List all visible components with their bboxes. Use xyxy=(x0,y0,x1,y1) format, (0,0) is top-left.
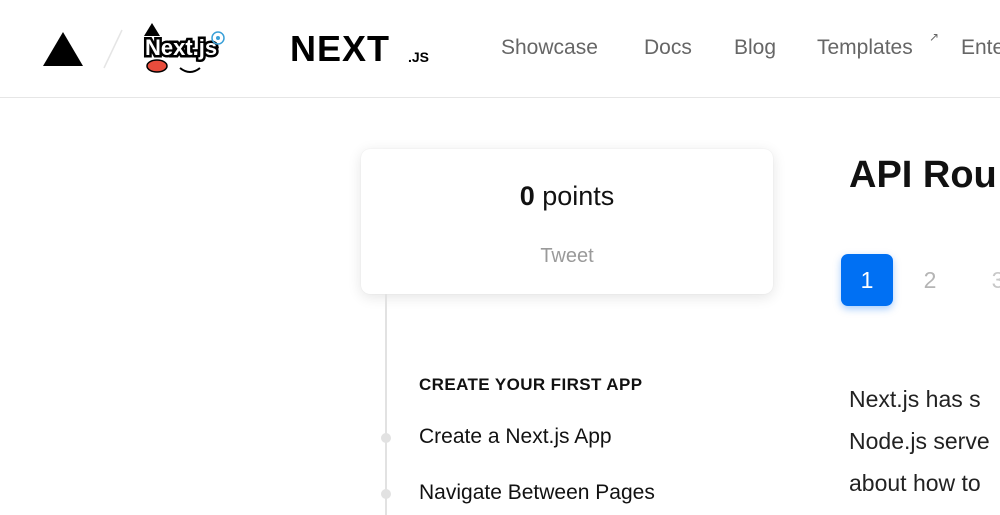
nextjs-wordmark-logo[interactable]: NEXT .JS xyxy=(290,30,440,70)
points-display: 0 points xyxy=(361,181,773,212)
timeline-dot xyxy=(381,433,391,443)
next-wordmark: NEXT xyxy=(290,30,390,69)
paragraph-line: Next.js has s xyxy=(849,386,981,412)
points-label: points xyxy=(542,181,615,211)
lesson-link-create-app[interactable]: Create a Next.js App xyxy=(419,425,612,449)
intro-paragraph: Next.js has s Node.js serve about how to xyxy=(849,378,990,504)
site-header: Next.js NEXT .JS Showcase Docs Blog Temp… xyxy=(0,0,1000,98)
vercel-logo-icon[interactable] xyxy=(43,32,83,66)
points-card: 0 points Tweet xyxy=(361,149,773,294)
timeline-dot xyxy=(381,489,391,499)
step-1-button[interactable]: 1 xyxy=(841,254,893,306)
external-link-icon: ↗ xyxy=(929,30,940,44)
page-title: API Rou xyxy=(849,154,997,196)
points-value: 0 xyxy=(519,181,535,211)
section-title: CREATE YOUR FIRST APP xyxy=(419,375,643,394)
lesson-link-navigate-pages[interactable]: Navigate Between Pages xyxy=(419,481,655,505)
nav-docs[interactable]: Docs xyxy=(644,36,692,60)
paragraph-line: Node.js serve xyxy=(849,428,990,454)
tweet-button[interactable]: Tweet xyxy=(361,245,773,268)
paragraph-line: about how to xyxy=(849,470,981,496)
nextjs-sticker-logo[interactable]: Next.js xyxy=(140,22,232,78)
nav-templates[interactable]: Templates xyxy=(817,36,913,60)
step-2-button[interactable]: 2 xyxy=(904,254,956,306)
nav-enterprise[interactable]: Ente xyxy=(961,36,1000,60)
sticker-text: Next.js xyxy=(145,35,217,60)
next-suffix: .JS xyxy=(408,49,429,65)
step-3-button[interactable]: 3 xyxy=(972,254,1000,306)
lesson-timeline xyxy=(385,294,387,515)
nav-blog[interactable]: Blog xyxy=(734,36,776,60)
divider-slash-icon xyxy=(103,29,123,69)
nav-showcase[interactable]: Showcase xyxy=(501,36,598,60)
